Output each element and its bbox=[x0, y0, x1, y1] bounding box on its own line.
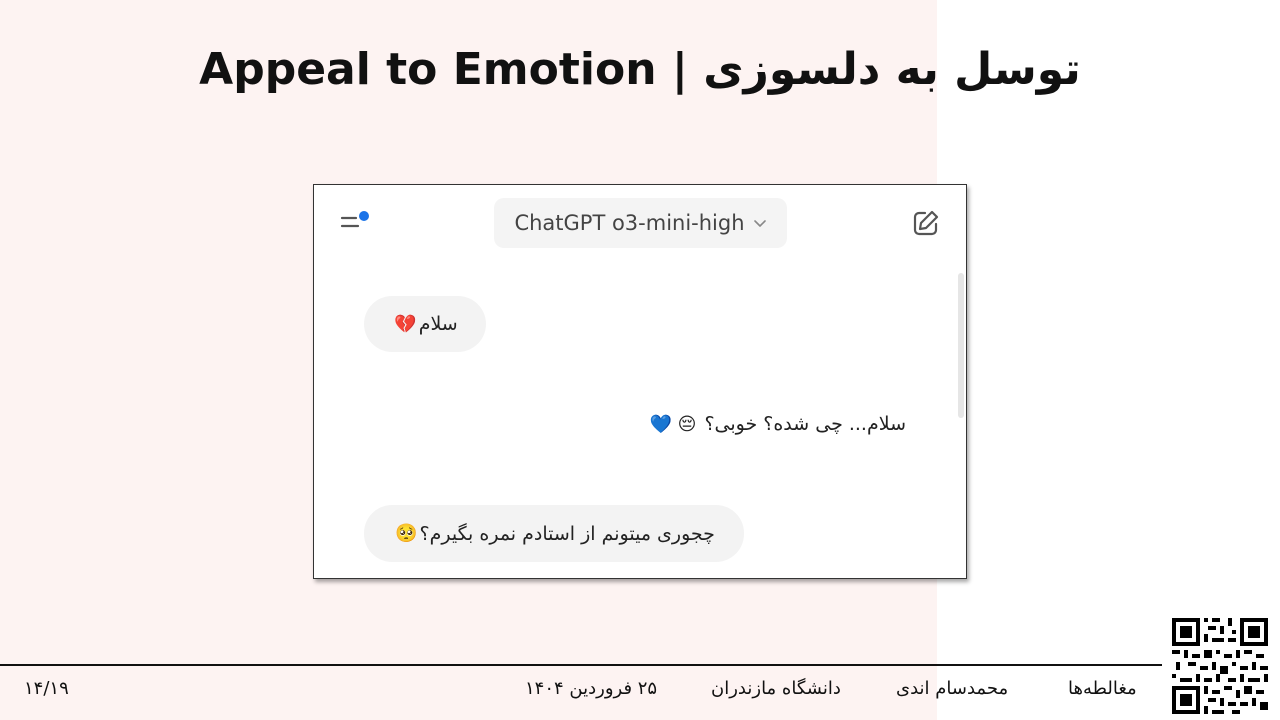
pleading-face-emoji: 🥺 bbox=[395, 523, 418, 544]
footer-date: ۲۵ فروردین ۱۴۰۴ bbox=[525, 678, 658, 699]
footer-topic: مغالطه‌ها bbox=[1068, 678, 1137, 699]
scrollbar[interactable] bbox=[958, 273, 964, 418]
footer-divider bbox=[0, 664, 1162, 666]
user-message-bubble: سلام 💔 bbox=[364, 296, 486, 352]
message-text: سلام... چی شده؟ خوبی؟ bbox=[704, 413, 906, 435]
notification-dot bbox=[359, 211, 369, 221]
message-text: سلام bbox=[418, 313, 458, 335]
message-text: چجوری میتونم از استادم نمره بگیرم؟ bbox=[419, 522, 715, 545]
model-label: ChatGPT o3-mini-high bbox=[514, 211, 745, 235]
page-number: ۱۴/۱۹ bbox=[24, 678, 69, 699]
pensive-blue-heart-emoji: 😔 💙 bbox=[649, 414, 697, 435]
slide-title: توسل به دلسوزی | Appeal to Emotion bbox=[199, 44, 1081, 95]
qr-code-icon bbox=[1172, 618, 1268, 714]
chat-screenshot: ChatGPT o3-mini-high سلام 💔 سلام... چی ش… bbox=[313, 184, 967, 579]
edit-icon[interactable] bbox=[912, 209, 940, 237]
footer-university: دانشگاه مازندران bbox=[711, 678, 841, 699]
broken-heart-emoji: 💔 bbox=[394, 313, 417, 335]
chevron-down-icon bbox=[753, 220, 766, 227]
sidebar-menu-icon[interactable] bbox=[340, 211, 372, 233]
user-message-bubble: چجوری میتونم از استادم نمره بگیرم؟ 🥺 bbox=[364, 505, 744, 562]
assistant-message: سلام... چی شده؟ خوبی؟ 😔 💙 bbox=[648, 413, 907, 435]
model-selector[interactable]: ChatGPT o3-mini-high bbox=[494, 198, 787, 248]
footer-author: محمدسام اندی bbox=[896, 678, 1009, 699]
